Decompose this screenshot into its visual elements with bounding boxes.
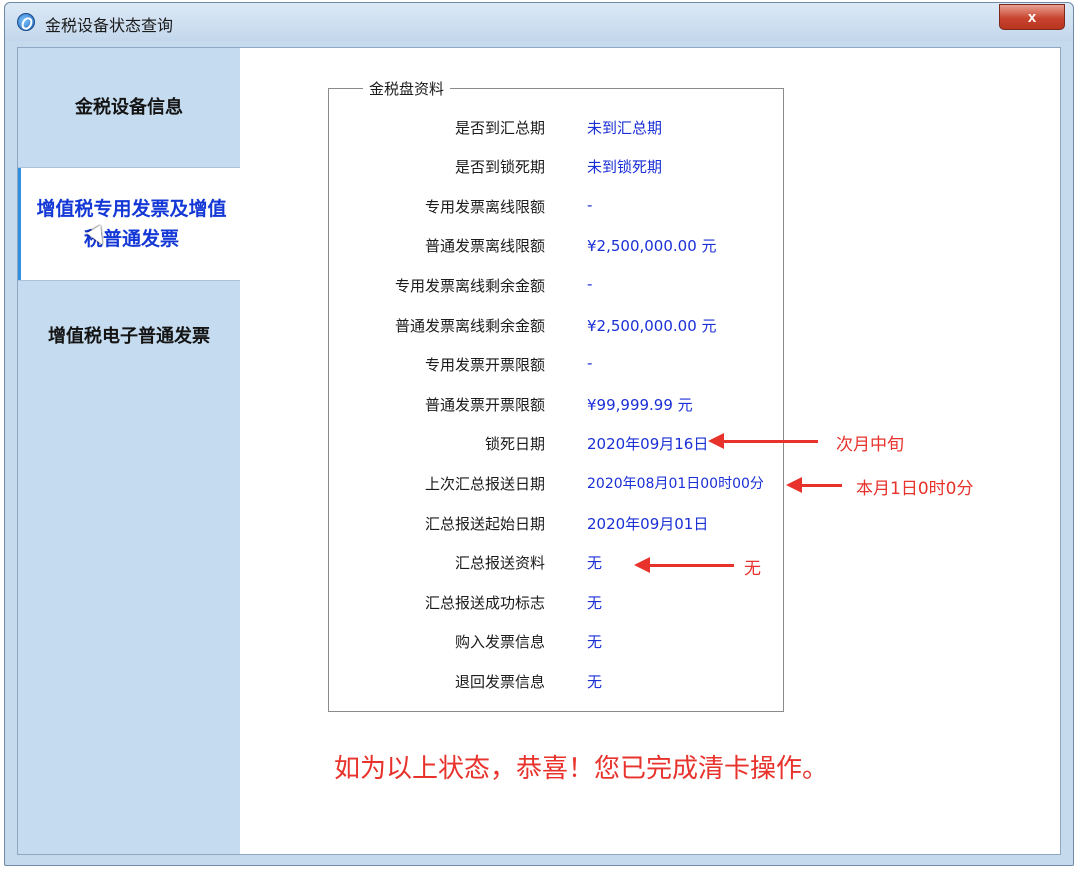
row-label: 专用发票开票限额 xyxy=(424,356,545,374)
client-area: 金税设备信息 增值税专用发票及增值税普通发票 增值税电子普通发票 金税盘资料 是… xyxy=(17,47,1061,855)
row-value: 2020年09月01日 xyxy=(587,515,709,533)
sidebar-item-label: 金税设备信息 xyxy=(75,96,183,118)
app-window: 金税设备状态查询 x 金税设备信息 增值税专用发票及增值税普通发票 增值税电子普… xyxy=(4,2,1074,866)
annotation-arrow-icon xyxy=(634,557,734,573)
info-row: 退回发票信息 无 xyxy=(329,671,785,695)
window-title: 金税设备状态查询 xyxy=(45,16,174,35)
info-row: 专用发票离线剩余金额 - xyxy=(329,275,785,299)
info-row: 上次汇总报送日期 2020年08月01日00时00分 xyxy=(329,473,785,497)
row-label: 是否到汇总期 xyxy=(454,119,545,137)
app-logo-icon xyxy=(17,13,35,31)
close-button[interactable]: x xyxy=(999,4,1065,30)
row-value: 无 xyxy=(587,673,603,691)
info-row: 是否到汇总期 未到汇总期 xyxy=(329,117,785,141)
row-label: 专用发票离线剩余金额 xyxy=(394,277,545,295)
info-row: 普通发票离线剩余金额 ¥2,500,000.00 元 xyxy=(329,315,785,339)
row-label: 退回发票信息 xyxy=(454,673,545,691)
info-row: 汇总报送起始日期 2020年09月01日 xyxy=(329,513,785,537)
row-value: 未到汇总期 xyxy=(587,119,663,137)
sidebar-item-label: 增值税专用发票及增值税普通发票 xyxy=(36,198,227,250)
sidebar: 金税设备信息 增值税专用发票及增值税普通发票 增值税电子普通发票 xyxy=(18,48,242,854)
sidebar-item-label: 增值税电子普通发票 xyxy=(48,325,210,347)
row-value: ¥2,500,000.00 元 xyxy=(587,317,717,335)
annotation-arrow-icon xyxy=(786,477,842,493)
row-value: - xyxy=(587,354,593,372)
title-bar[interactable]: 金税设备状态查询 x xyxy=(5,3,1073,41)
info-row: 专用发票离线限额 - xyxy=(329,196,785,220)
row-label: 是否到锁死期 xyxy=(454,158,545,176)
row-label: 普通发票离线限额 xyxy=(424,237,545,255)
row-value: ¥99,999.99 元 xyxy=(587,396,693,414)
tax-disk-info-group: 金税盘资料 是否到汇总期 未到汇总期 是否到锁死期 未到锁死期 专用发票离线限额… xyxy=(328,78,785,712)
row-value: 2020年09月16日 xyxy=(587,435,709,453)
info-row: 专用发票开票限额 - xyxy=(329,354,785,378)
sidebar-item-device-info[interactable]: 金税设备信息 xyxy=(18,48,240,168)
annotation-lock-date: 次月中旬 xyxy=(836,435,904,455)
row-value: 未到锁死期 xyxy=(587,158,663,176)
row-value: 无 xyxy=(587,633,603,651)
info-row: 普通发票离线限额 ¥2,500,000.00 元 xyxy=(329,235,785,259)
row-value: - xyxy=(587,196,593,214)
row-value: ¥2,500,000.00 元 xyxy=(587,237,717,255)
row-value: - xyxy=(587,275,593,293)
info-row: 汇总报送成功标志 无 xyxy=(329,592,785,616)
row-value: 无 xyxy=(587,554,603,572)
row-label: 上次汇总报送日期 xyxy=(424,475,545,493)
info-row: 普通发票开票限额 ¥99,999.99 元 xyxy=(329,394,785,418)
row-value: 无 xyxy=(587,594,603,612)
info-row: 购入发票信息 无 xyxy=(329,631,785,655)
sidebar-item-vat-invoices[interactable]: 增值税专用发票及增值税普通发票 xyxy=(18,168,242,280)
row-value: 2020年08月01日00时00分 xyxy=(587,476,764,492)
row-label: 汇总报送起始日期 xyxy=(424,515,545,533)
row-label: 锁死日期 xyxy=(484,435,545,453)
annotation-report-data: 无 xyxy=(744,559,761,579)
info-row: 是否到锁死期 未到锁死期 xyxy=(329,156,785,180)
row-label: 普通发票离线剩余金额 xyxy=(394,317,545,335)
sidebar-item-e-invoices[interactable]: 增值税电子普通发票 xyxy=(18,280,240,392)
group-legend: 金税盘资料 xyxy=(363,78,451,99)
congrats-message: 如为以上状态，恭喜！您已完成清卡操作。 xyxy=(334,754,829,784)
annotation-arrow-icon xyxy=(708,433,818,449)
row-label: 汇总报送资料 xyxy=(454,554,545,572)
row-label: 购入发票信息 xyxy=(454,633,545,651)
annotation-last-report: 本月1日0时0分 xyxy=(856,479,974,499)
row-label: 专用发票离线限额 xyxy=(424,198,545,216)
row-label: 普通发票开票限额 xyxy=(424,396,545,414)
row-label: 汇总报送成功标志 xyxy=(424,594,545,612)
